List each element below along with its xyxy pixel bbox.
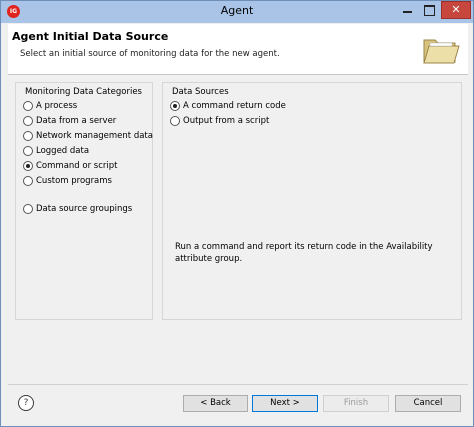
radio-icon[interactable] (23, 131, 33, 141)
category-option-network[interactable]: Network management data (23, 130, 153, 142)
finish-button: Finish (323, 395, 389, 412)
minimize-button[interactable] (397, 1, 418, 19)
radio-icon[interactable] (170, 116, 180, 126)
source-description: Run a command and report its return code… (175, 242, 433, 264)
wizard-header: Agent Initial Data Source Select an init… (8, 24, 468, 74)
category-option-label: Data source groupings (36, 204, 133, 214)
category-option-command[interactable]: Command or script (23, 160, 117, 172)
source-option-script-output[interactable]: Output from a script (170, 115, 269, 127)
help-icon[interactable]: ? (18, 395, 34, 411)
dialog-window: IG Agent ✕ Agent Initial Data Source Sel… (0, 0, 474, 427)
cancel-button[interactable]: Cancel (395, 395, 461, 412)
back-button[interactable]: < Back (183, 395, 248, 412)
categories-group: Monitoring Data Categories A process Dat… (15, 82, 153, 320)
category-option-label: Data from a server (36, 116, 117, 126)
source-option-label: A command return code (183, 101, 286, 111)
sources-group-title: Data Sources (172, 87, 229, 97)
radio-icon[interactable] (23, 176, 33, 186)
page-description: Select an initial source of monitoring d… (20, 49, 280, 59)
radio-icon[interactable] (23, 146, 33, 156)
category-option-server[interactable]: Data from a server (23, 115, 116, 127)
footer-divider (8, 384, 468, 385)
radio-selected-icon[interactable] (23, 161, 33, 171)
radio-icon[interactable] (23, 101, 33, 111)
category-option-label: A process (36, 101, 78, 111)
category-option-label: Command or script (36, 161, 118, 171)
source-option-label: Output from a script (183, 116, 270, 126)
radio-icon[interactable] (23, 204, 33, 214)
title-bar[interactable]: IG Agent ✕ (1, 1, 473, 23)
next-button[interactable]: Next > (252, 395, 318, 412)
sources-group: Data Sources A command return code Outpu… (162, 82, 462, 320)
header-divider (8, 74, 468, 75)
minimize-icon (403, 11, 412, 13)
category-option-process[interactable]: A process (23, 100, 77, 112)
category-option-logged[interactable]: Logged data (23, 145, 89, 157)
category-option-label: Custom programs (36, 176, 112, 186)
radio-icon[interactable] (23, 116, 33, 126)
category-option-label: Network management data (36, 131, 153, 141)
open-folder-icon (423, 39, 460, 64)
maximize-button[interactable] (419, 1, 439, 19)
maximize-icon (424, 5, 435, 16)
category-option-custom[interactable]: Custom programs (23, 175, 112, 187)
radio-selected-icon[interactable] (170, 101, 180, 111)
category-option-groupings[interactable]: Data source groupings (23, 203, 132, 215)
category-option-label: Logged data (36, 146, 90, 156)
close-icon: ✕ (451, 3, 461, 16)
close-button[interactable]: ✕ (441, 1, 471, 19)
source-option-return-code[interactable]: A command return code (170, 100, 286, 112)
categories-group-title: Monitoring Data Categories (25, 87, 142, 97)
page-title: Agent Initial Data Source (12, 30, 169, 43)
